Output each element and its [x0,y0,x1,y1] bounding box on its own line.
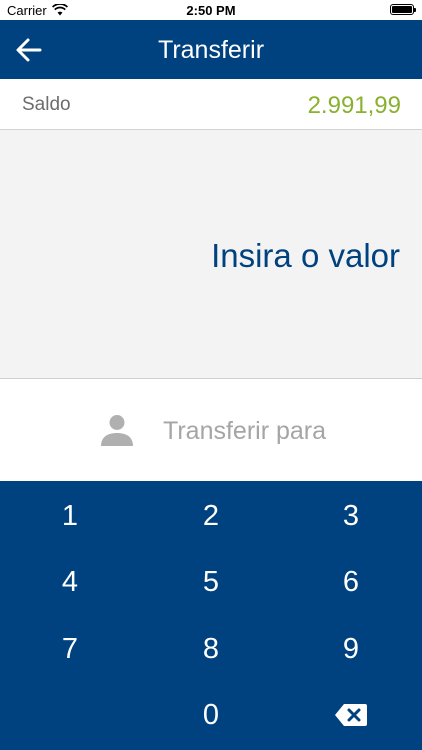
key-9[interactable]: 9 [281,616,421,682]
key-4[interactable]: 4 [0,549,140,615]
numeric-keypad: 1 2 3 4 5 6 7 8 9 0 [0,481,422,750]
battery-icon [390,4,416,15]
recipient-label: Transferir para [163,417,327,445]
key-8[interactable]: 8 [141,616,281,682]
amount-placeholder: Insira o valor [211,237,400,274]
key-0[interactable]: 0 [141,682,281,748]
person-icon [101,415,133,446]
key-7[interactable]: 7 [0,616,140,682]
balance-row: Saldo 2.991,99 [0,79,422,130]
key-2[interactable]: 2 [141,483,281,549]
recipient-selector[interactable]: Transferir para [0,380,422,481]
key-1[interactable]: 1 [0,483,140,549]
status-bar: Carrier 2:50 PM [0,0,422,20]
clock: 2:50 PM [186,3,236,18]
key-5[interactable]: 5 [141,549,281,615]
page-title: Transferir [157,36,265,64]
delete-button[interactable] [281,682,421,748]
key-3[interactable]: 3 [281,483,421,549]
backspace-icon [335,704,367,726]
amount-input-area[interactable]: Insira o valor [0,130,422,379]
balance-label: Saldo [22,94,71,115]
key-6[interactable]: 6 [281,549,421,615]
navigation-bar: Transferir [0,20,422,79]
balance-value: 2.991,99 [307,92,401,119]
